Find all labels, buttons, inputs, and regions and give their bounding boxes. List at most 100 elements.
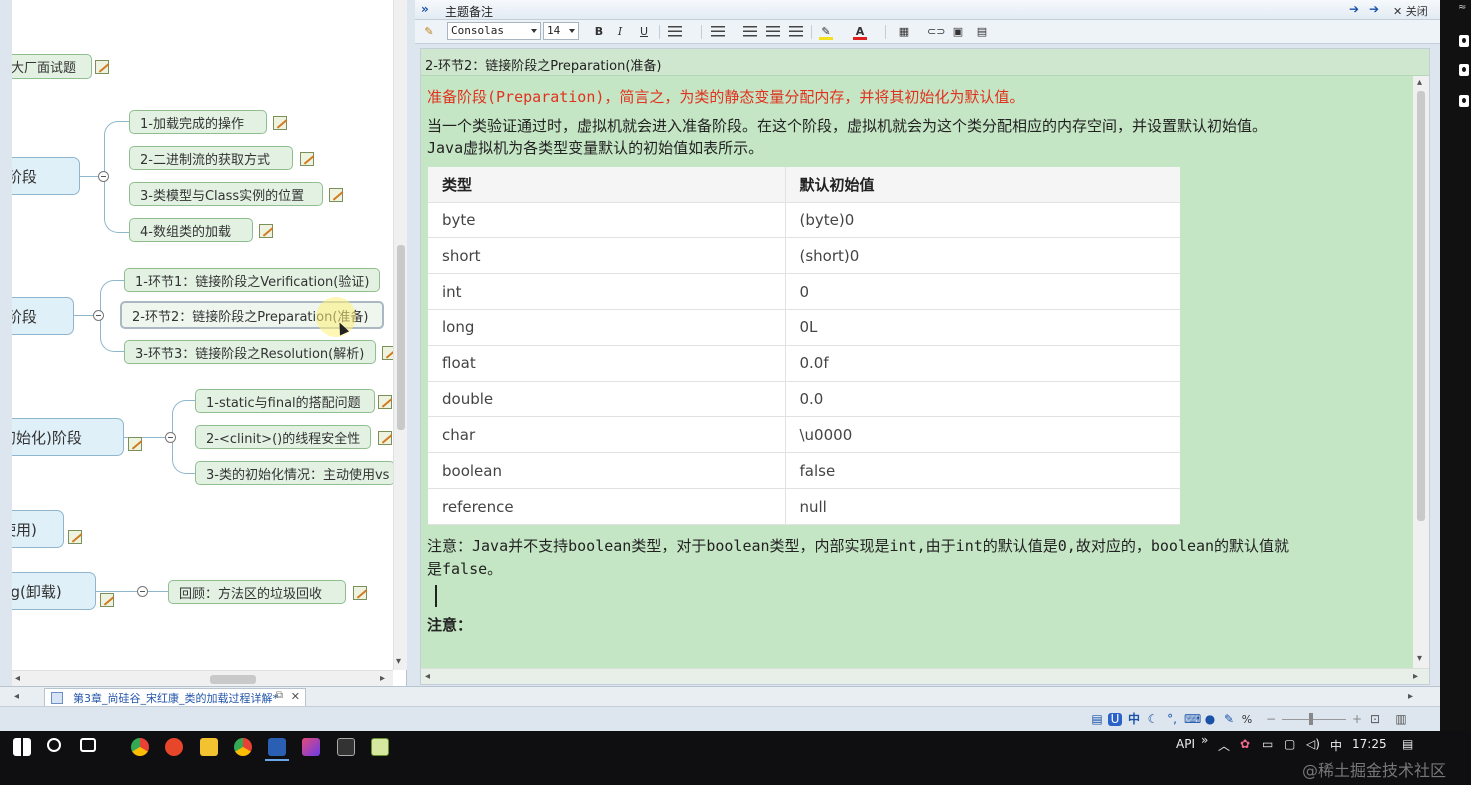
scroll-up-arrow-icon[interactable]: ▴ xyxy=(1417,78,1422,88)
scrollbar-thumb[interactable] xyxy=(210,675,256,684)
mindmap-node-loading-stage[interactable]: )阶段 xyxy=(12,157,80,195)
scrollbar-thumb[interactable] xyxy=(1417,91,1425,521)
side-app-icon[interactable] xyxy=(1459,95,1469,107)
mindmap-node-interview[interactable]: 大厂面试题 xyxy=(12,54,92,79)
document-tab[interactable]: 第3章_尚硅谷_宋红康_类的加载过程详解* ⧉ ✕ xyxy=(44,688,306,706)
note-icon[interactable] xyxy=(100,593,114,607)
punctuation-icon[interactable]: °, xyxy=(1165,713,1179,726)
file-explorer-icon[interactable] xyxy=(200,738,218,756)
zoom-out-icon[interactable]: − xyxy=(1264,713,1278,726)
view-mode-icon[interactable]: ▥ xyxy=(1394,713,1408,726)
mindmap-node-linking-1[interactable]: 1-环节1：链接阶段之Verification(验证) xyxy=(124,268,380,292)
italic-button[interactable]: I xyxy=(614,24,626,40)
tab-scroll-left-icon[interactable]: ◂ xyxy=(14,692,19,702)
fit-screen-icon[interactable]: ⊡ xyxy=(1368,713,1382,726)
pin-icon[interactable]: ⧉ xyxy=(276,690,283,701)
collapse-toggle[interactable] xyxy=(137,586,148,597)
mindmap-horizontal-scrollbar[interactable]: ◂ ▸ xyxy=(12,670,393,686)
scroll-down-arrow-icon[interactable]: ▾ xyxy=(1417,654,1422,664)
collapse-toggle[interactable] xyxy=(93,310,104,321)
collapse-toggle[interactable] xyxy=(165,432,176,443)
chevron-up-icon[interactable]: ︿ xyxy=(1218,737,1230,754)
note-icon[interactable] xyxy=(378,395,392,409)
collapse-panel-icon[interactable]: » xyxy=(421,2,429,16)
mindmap-node-linking-3[interactable]: 3-环节3：链接阶段之Resolution(解析) xyxy=(124,340,376,364)
app-icon-red[interactable] xyxy=(165,738,183,756)
mindmap-node-init-1[interactable]: 1-static与final的搭配问题 xyxy=(195,389,375,413)
note-icon[interactable] xyxy=(378,431,392,445)
scroll-left-arrow-icon[interactable]: ◂ xyxy=(15,674,20,684)
notification-icon[interactable]: ▤ xyxy=(1402,737,1413,751)
tray-expand-icon[interactable]: » xyxy=(1201,733,1208,747)
underline-button[interactable]: U xyxy=(638,24,650,40)
terminal-icon[interactable] xyxy=(337,738,355,756)
font-family-select[interactable]: Consolas xyxy=(447,22,541,40)
notes-horizontal-scrollbar[interactable]: ◂ ▸ xyxy=(421,668,1429,684)
side-app-icon[interactable] xyxy=(1459,35,1469,47)
windows-start-icon[interactable] xyxy=(13,738,31,756)
ime-logo-icon[interactable]: U xyxy=(1108,713,1122,726)
zoom-in-icon[interactable]: + xyxy=(1350,713,1364,726)
mindmap-vertical-scrollbar[interactable]: ▾ xyxy=(393,0,407,670)
note-icon[interactable] xyxy=(329,188,343,202)
align-left-icon[interactable] xyxy=(668,26,682,37)
input-method-icon[interactable]: ▤ xyxy=(1090,713,1104,726)
mindmap-node-using-stage[interactable]: 使用) xyxy=(12,510,64,548)
note-icon[interactable] xyxy=(95,60,109,74)
tab-scroll-right-icon[interactable]: ▸ xyxy=(1408,692,1413,702)
table-icon[interactable]: ▦ xyxy=(897,24,911,40)
bullet-list-icon[interactable] xyxy=(743,26,757,37)
battery-icon[interactable]: ▭ xyxy=(1262,737,1273,751)
mindmap-node-init-stage[interactable]: 初始化)阶段 xyxy=(12,418,124,456)
scroll-right-arrow-icon[interactable]: ▸ xyxy=(1413,672,1418,682)
chrome-icon[interactable] xyxy=(131,738,149,756)
mindmap-node-loading-1[interactable]: 1-加载完成的操作 xyxy=(129,110,267,134)
collapse-toggle[interactable] xyxy=(98,171,109,182)
mindmap-node-init-2[interactable]: 2-<clinit>()的线程安全性 xyxy=(195,425,371,449)
next-arrow-icon[interactable]: ➔ xyxy=(1369,2,1379,16)
scroll-down-arrow-icon[interactable]: ▾ xyxy=(396,657,401,667)
mindmap-app-icon[interactable] xyxy=(371,738,389,756)
note-icon[interactable] xyxy=(128,437,142,451)
mindmap-node-loading-2[interactable]: 2-二进制流的获取方式 xyxy=(129,146,293,170)
user-icon[interactable]: ● xyxy=(1203,713,1217,726)
outdent-icon[interactable] xyxy=(766,26,780,37)
scroll-right-arrow-icon[interactable]: ▸ xyxy=(380,674,385,684)
word-icon[interactable] xyxy=(268,738,286,756)
mindmap-node-init-3[interactable]: 3-类的初始化情况：主动使用vs xyxy=(195,461,395,485)
network-icon[interactable]: ▢ xyxy=(1284,737,1295,751)
prev-arrow-icon[interactable]: ➔ xyxy=(1349,2,1359,16)
intellij-icon[interactable] xyxy=(302,738,320,756)
font-color-icon[interactable]: A xyxy=(853,24,867,40)
tray-api-label[interactable]: API xyxy=(1176,737,1195,751)
numbered-list-icon[interactable] xyxy=(711,26,725,37)
tray-language-label[interactable]: 中 xyxy=(1330,737,1342,754)
ime-language-label[interactable]: 中 xyxy=(1127,713,1141,726)
note-icon[interactable] xyxy=(68,530,82,544)
highlight-color-icon[interactable]: ✎ xyxy=(819,24,833,40)
mindmap-node-unload-1[interactable]: 回顾：方法区的垃圾回收 xyxy=(168,580,346,604)
insert-icon[interactable]: ▤ xyxy=(975,24,989,40)
zoom-slider-handle[interactable] xyxy=(1309,713,1313,725)
side-app-icon[interactable] xyxy=(1459,64,1469,76)
mindmap-node-unload-stage[interactable]: ng(卸载) xyxy=(12,572,96,610)
format-painter-icon[interactable]: ✎ xyxy=(421,24,437,40)
mindmap-node-loading-3[interactable]: 3-类模型与Class实例的位置 xyxy=(129,182,323,206)
notes-vertical-scrollbar[interactable]: ▴ ▾ xyxy=(1413,76,1429,668)
search-icon[interactable] xyxy=(47,738,61,752)
link-icon[interactable]: ⊂⊃ xyxy=(927,24,945,40)
chrome-icon[interactable] xyxy=(234,738,252,756)
task-view-icon[interactable] xyxy=(80,738,96,752)
note-icon[interactable] xyxy=(259,224,273,238)
zoom-slider-track[interactable] xyxy=(1282,719,1346,720)
note-icon[interactable] xyxy=(273,116,287,130)
close-button[interactable]: ✕ 关闭 xyxy=(1393,3,1428,19)
font-size-select[interactable]: 14 xyxy=(543,22,579,40)
notes-editor[interactable]: 2-环节2：链接阶段之Preparation(准备) 准备阶段(Preparat… xyxy=(420,48,1430,685)
indent-icon[interactable] xyxy=(789,26,803,37)
scrollbar-thumb[interactable] xyxy=(397,245,405,430)
moon-icon[interactable]: ☾ xyxy=(1146,713,1160,726)
clock[interactable]: 17:25 xyxy=(1352,737,1387,751)
flower-icon[interactable]: ✿ xyxy=(1240,737,1250,751)
bold-button[interactable]: B xyxy=(593,24,605,40)
